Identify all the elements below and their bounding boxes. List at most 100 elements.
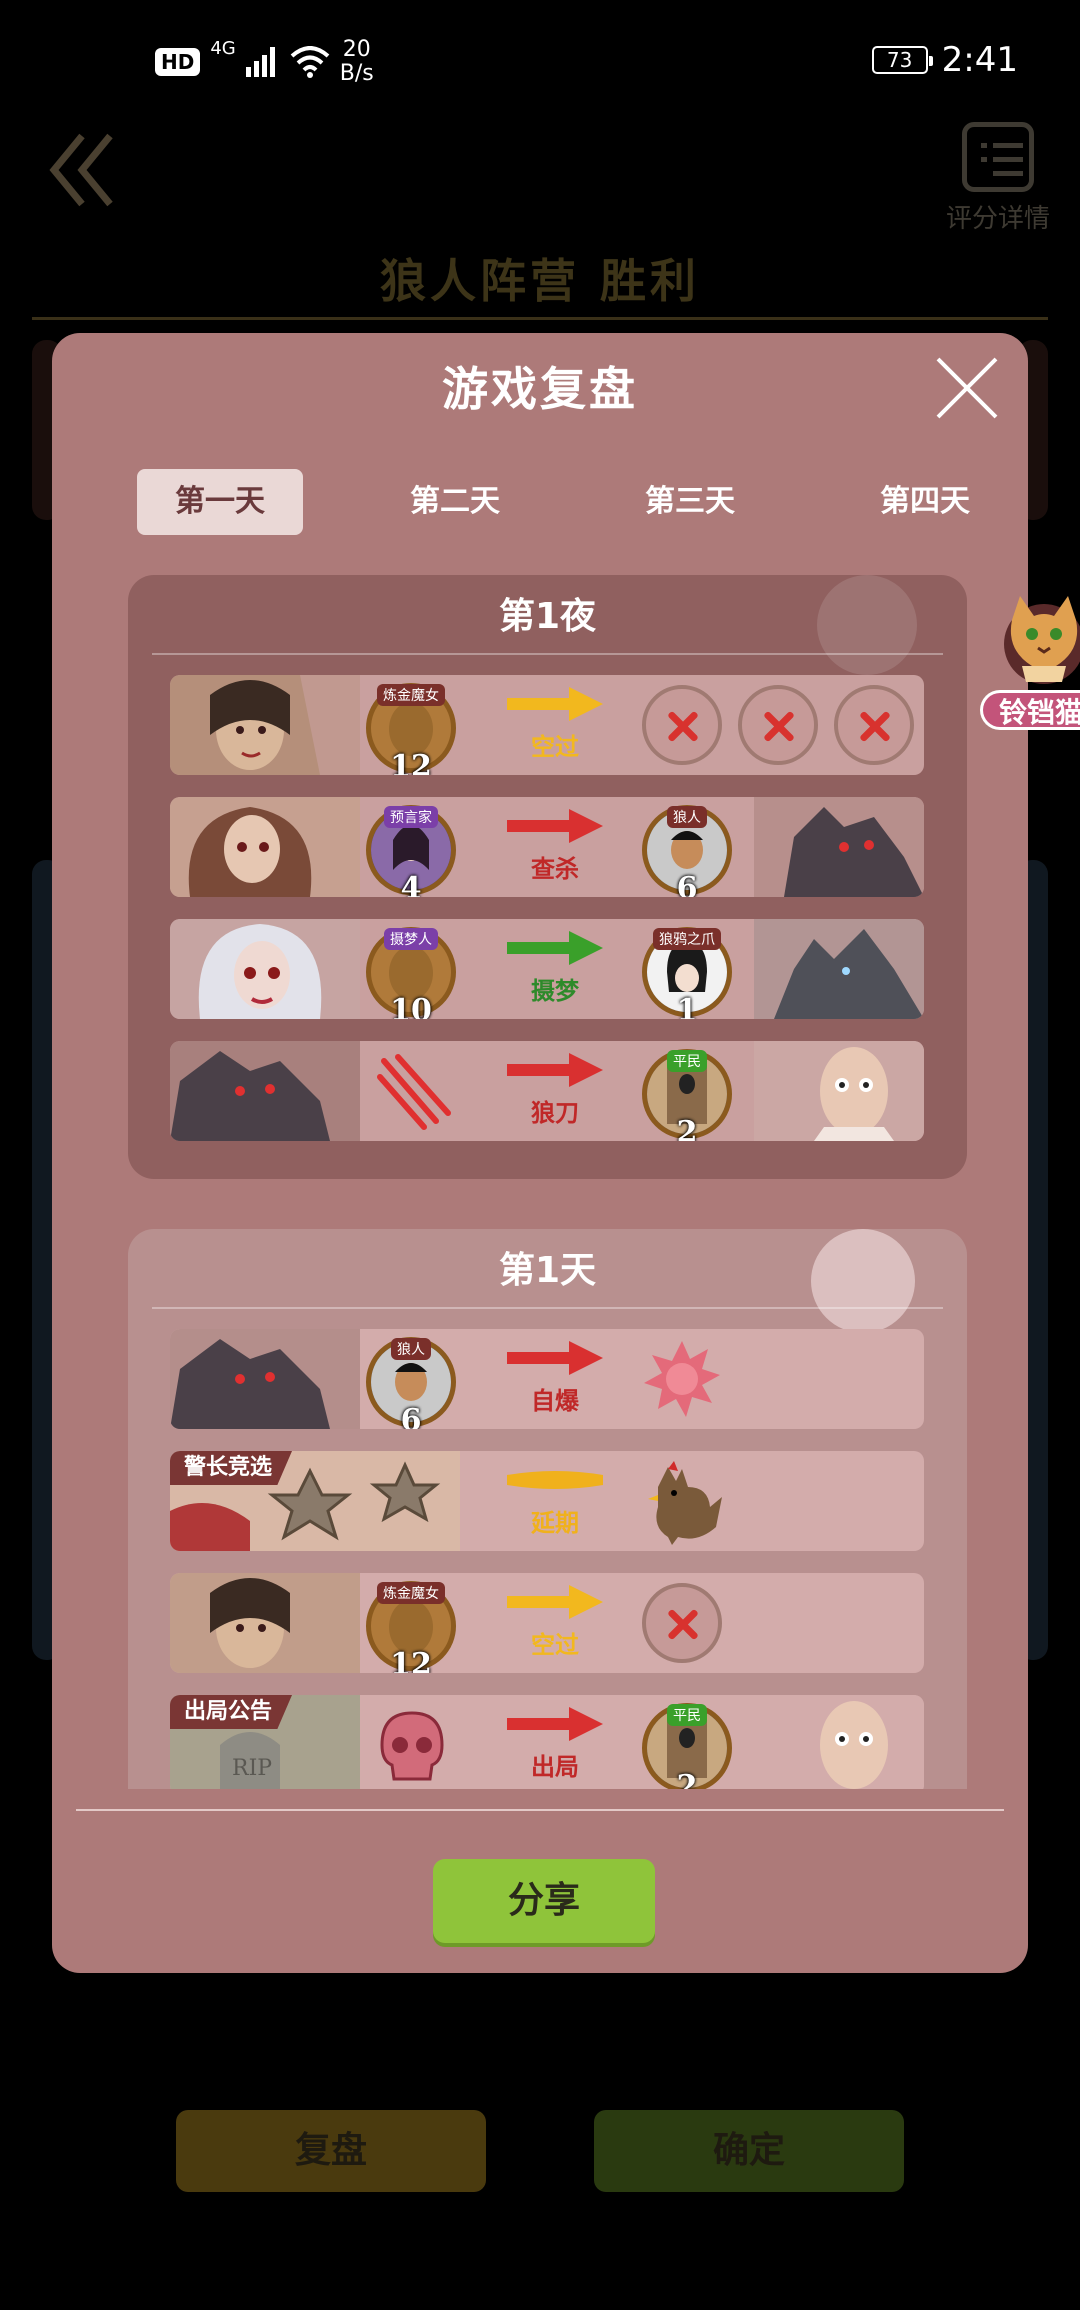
rooster-icon xyxy=(648,1461,722,1545)
action: 延期 xyxy=(500,1459,610,1549)
player-avatar[interactable]: 炼金魔女 12 xyxy=(366,683,456,775)
list-icon xyxy=(962,122,1034,192)
role-tag: 狼人 xyxy=(667,806,707,828)
action: 空过 xyxy=(500,1581,610,1671)
role-tag: 炼金魔女 xyxy=(377,1582,445,1604)
role-tag: 摄梦人 xyxy=(384,928,438,950)
werewolf-portrait-icon xyxy=(170,1329,360,1429)
target-avatar[interactable]: 平民 2 xyxy=(642,1049,732,1141)
svg-text:RIP: RIP xyxy=(232,1756,272,1781)
game-review-modal: 游戏复盘 第一天 第二天 第三天 第四天 第1夜 炼金魔女 12 空过 预言家 … xyxy=(52,333,1028,1973)
player-number: 2 xyxy=(676,1769,698,1789)
player-number: 6 xyxy=(676,871,698,897)
day-section: 第1天 狼人 6 自爆 警长竞选 延期 炼金魔女 12 空过 RIP 出局公告 … xyxy=(128,1229,967,1789)
cat-avatar-icon xyxy=(1004,596,1080,684)
role-tag: 平民 xyxy=(667,1050,707,1072)
no-target-icon xyxy=(642,685,722,765)
divider xyxy=(152,1307,943,1309)
event-row[interactable]: 预言家 4 查杀 狼人 6 xyxy=(170,797,924,897)
night-title: 第1夜 xyxy=(498,596,597,637)
action-label: 延期 xyxy=(531,1509,579,1537)
witch-portrait-icon xyxy=(170,1573,360,1673)
share-button[interactable]: 分享 xyxy=(433,1859,655,1943)
role-tag: 平民 xyxy=(667,1704,707,1726)
action-label: 摄梦 xyxy=(531,977,579,1005)
review-button[interactable]: 复盘 xyxy=(176,2110,486,2192)
arrow-right-icon xyxy=(507,1585,603,1619)
skull-icon xyxy=(380,1711,444,1781)
tab-day-3[interactable]: 第三天 xyxy=(607,469,773,535)
action: 出局 xyxy=(500,1703,610,1789)
event-row[interactable]: 炼金魔女 12 空过 xyxy=(170,1573,924,1673)
score-detail-label: 评分详情 xyxy=(945,204,1050,234)
player-number: 2 xyxy=(676,1115,698,1141)
arrow-right-icon xyxy=(507,1341,603,1375)
day-title: 第1天 xyxy=(498,1250,597,1291)
event-row[interactable]: 狼人 6 自爆 xyxy=(170,1329,924,1429)
modal-title: 游戏复盘 xyxy=(442,362,638,416)
floating-user-name: 铃铛猫 xyxy=(980,690,1080,730)
arrow-right-icon xyxy=(507,687,603,721)
target-avatar[interactable]: 平民 2 xyxy=(642,1703,732,1789)
divider xyxy=(76,1809,1004,1811)
no-target-icon xyxy=(642,1583,722,1663)
player-number: 1 xyxy=(676,993,698,1019)
role-tag: 狼人 xyxy=(391,1338,431,1360)
close-icon[interactable] xyxy=(932,353,1002,423)
action-label: 查杀 xyxy=(531,855,579,883)
action-label: 自爆 xyxy=(531,1387,579,1415)
double-chevron-left-icon xyxy=(49,133,113,207)
player-number: 10 xyxy=(390,993,432,1019)
seer-portrait-icon xyxy=(170,797,360,897)
werewolf-portrait-icon xyxy=(170,1041,360,1141)
event-row[interactable]: 警长竞选 延期 xyxy=(170,1451,924,1551)
event-row[interactable]: 摄梦人 10 摄梦 狼鸦之爪 1 xyxy=(170,919,924,1019)
action: 查杀 xyxy=(500,805,610,895)
player-avatar[interactable]: 狼人 6 xyxy=(366,1337,456,1429)
event-row[interactable]: 狼刀 平民 2 xyxy=(170,1041,924,1141)
no-target-icon xyxy=(834,685,914,765)
arrow-right-icon xyxy=(507,1053,603,1087)
witch-portrait-icon xyxy=(170,675,360,775)
delay-bar-icon xyxy=(507,1471,603,1489)
divider xyxy=(32,317,1048,320)
player-avatar[interactable]: 摄梦人 10 xyxy=(366,927,456,1019)
arrow-right-icon xyxy=(507,931,603,965)
avatar-coin xyxy=(389,946,433,1000)
floating-user-badge[interactable]: 铃铛猫 xyxy=(980,590,1080,730)
player-avatar[interactable]: 炼金魔女 12 xyxy=(366,1581,456,1673)
avatar-coin xyxy=(389,1600,433,1654)
action-label: 狼刀 xyxy=(531,1099,579,1127)
tab-day-1[interactable]: 第一天 xyxy=(137,469,303,535)
tab-day-4[interactable]: 第四天 xyxy=(842,469,1008,535)
role-tag: 狼鸦之爪 xyxy=(653,928,721,950)
dreamer-portrait-icon xyxy=(170,919,360,1019)
night-section: 第1夜 炼金魔女 12 空过 预言家 4 查杀 狼人 6 摄梦人 10 摄梦 狼… xyxy=(128,575,967,1179)
action: 摄梦 xyxy=(500,927,610,1017)
player-number: 12 xyxy=(390,749,432,775)
target-avatar[interactable]: 狼人 6 xyxy=(642,805,732,897)
player-number: 4 xyxy=(400,871,422,897)
event-row[interactable]: 炼金魔女 12 空过 xyxy=(170,675,924,775)
target-avatar[interactable]: 狼鸦之爪 1 xyxy=(642,927,732,1019)
action-label: 空过 xyxy=(531,733,579,761)
claw-scratch-icon xyxy=(377,1054,451,1130)
event-row[interactable]: RIP 出局公告 出局 平民 2 xyxy=(170,1695,924,1789)
confirm-button[interactable]: 确定 xyxy=(594,2110,904,2192)
villager-portrait-icon xyxy=(754,1695,924,1789)
player-avatar[interactable]: 预言家 4 xyxy=(366,805,456,897)
no-target-icon xyxy=(738,685,818,765)
tab-day-2[interactable]: 第二天 xyxy=(372,469,538,535)
villager-portrait-icon xyxy=(754,1041,924,1141)
action: 狼刀 xyxy=(500,1049,610,1139)
divider xyxy=(152,653,943,655)
role-tag: 预言家 xyxy=(384,806,438,828)
action: 自爆 xyxy=(500,1337,610,1427)
role-tag: 炼金魔女 xyxy=(377,684,445,706)
player-number: 6 xyxy=(400,1403,422,1429)
back-button[interactable] xyxy=(48,130,128,220)
wolf-king-portrait-icon xyxy=(754,919,924,1019)
arrow-right-icon xyxy=(507,1707,603,1741)
score-detail-button[interactable]: 评分详情 xyxy=(938,122,1058,235)
player-number: 12 xyxy=(390,1647,432,1673)
